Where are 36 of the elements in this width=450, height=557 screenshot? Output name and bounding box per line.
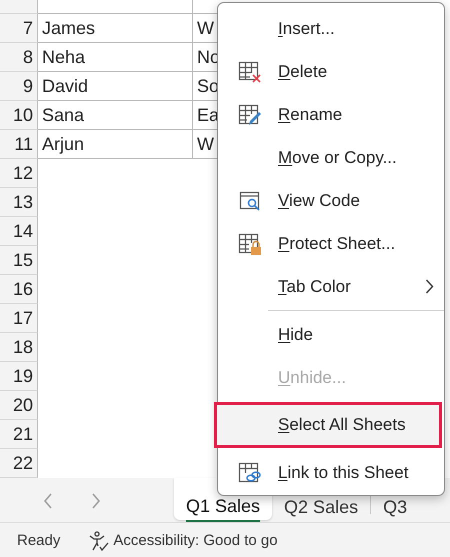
row-header[interactable]: 12: [0, 159, 38, 188]
row-header[interactable]: 15: [0, 246, 38, 275]
pencil-sheet-icon: [238, 102, 262, 126]
row-header[interactable]: 10: [0, 101, 38, 130]
row-header[interactable]: 9: [0, 72, 38, 101]
accessibility-status[interactable]: Accessibility: Good to go: [113, 532, 278, 549]
menu-item[interactable]: Select All Sheets: [214, 402, 442, 448]
row-header[interactable]: 11: [0, 130, 38, 159]
row-header[interactable]: 14: [0, 217, 38, 246]
row-header[interactable]: 7: [0, 14, 38, 43]
row-header[interactable]: 21: [0, 420, 38, 449]
row-header[interactable]: 13: [0, 188, 38, 217]
lock-sheet-icon: [238, 232, 262, 256]
delete-sheet-icon: [238, 60, 262, 84]
row-header[interactable]: 17: [0, 304, 38, 333]
row-header[interactable]: 19: [0, 362, 38, 391]
menu-item[interactable]: Protect Sheet...: [218, 222, 444, 265]
row-header[interactable]: 20: [0, 391, 38, 420]
table-cell: James: [38, 14, 193, 43]
row-header[interactable]: 8: [0, 43, 38, 72]
table-cell: Arjun: [38, 130, 193, 159]
chevron-right-icon[interactable]: [91, 493, 101, 509]
menu-item[interactable]: View Code: [218, 179, 444, 222]
row-header[interactable]: 22: [0, 449, 38, 478]
row-header[interactable]: [0, 0, 38, 14]
status-text: Ready: [17, 532, 60, 549]
table-cell: Sana: [38, 101, 193, 130]
chevron-left-icon[interactable]: [43, 493, 53, 509]
menu-item[interactable]: Tab Color: [218, 265, 444, 308]
table-cell: David: [38, 72, 193, 101]
accessibility-icon[interactable]: [88, 530, 110, 552]
menu-item[interactable]: Hide: [218, 313, 444, 356]
table-cell: Neha: [38, 43, 193, 72]
link-sheet-icon: [238, 460, 262, 484]
row-header[interactable]: 18: [0, 333, 38, 362]
row-header[interactable]: 16: [0, 275, 38, 304]
